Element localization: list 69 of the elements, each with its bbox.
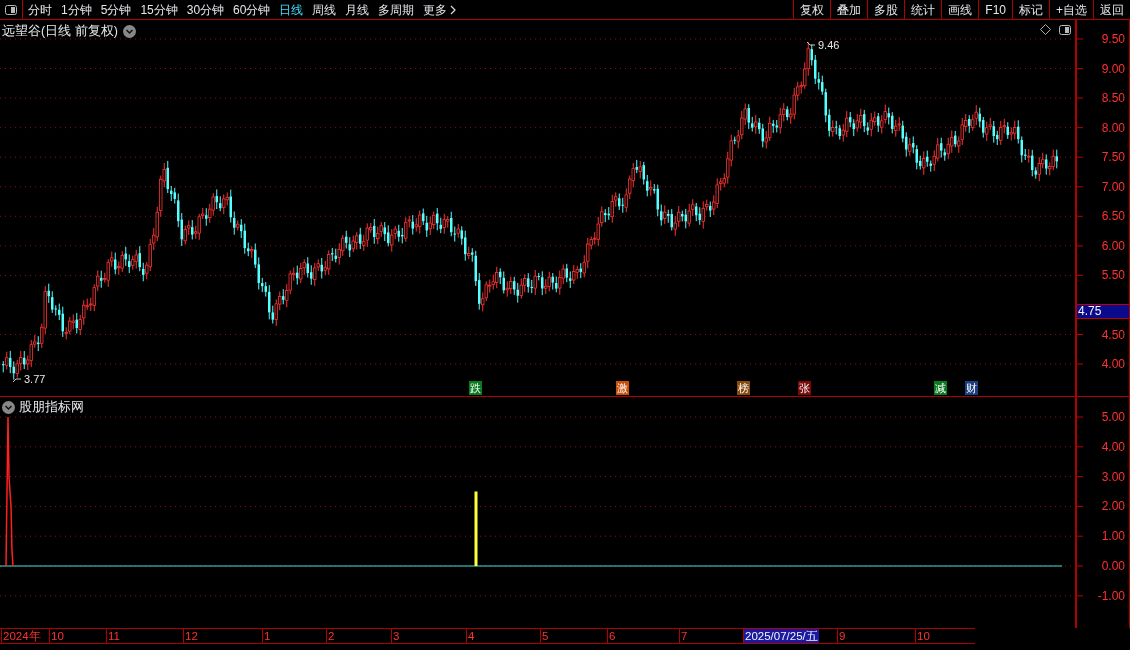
axis-label: 4.00 bbox=[1101, 439, 1125, 454]
low-price-label: 3.77 bbox=[24, 372, 46, 387]
toolbar-button[interactable]: 标记 bbox=[1012, 0, 1049, 19]
date-label: 6 bbox=[607, 629, 616, 643]
axis-label: 4.00 bbox=[1101, 357, 1125, 372]
date-label: 9 bbox=[837, 629, 846, 643]
toolbar-button[interactable]: +自选 bbox=[1049, 0, 1093, 19]
toolbar-button[interactable]: 多股 bbox=[867, 0, 905, 19]
toolbar-button[interactable]: 返回 bbox=[1093, 0, 1130, 19]
axis-label: 1.00 bbox=[1101, 529, 1125, 544]
axis-label: 6.50 bbox=[1101, 209, 1125, 224]
period-tab[interactable]: 更多 bbox=[423, 0, 457, 19]
cursor-date-label: 2025/07/25/五 bbox=[743, 629, 819, 643]
high-price-label: 9.46 bbox=[818, 38, 840, 53]
panel-toggle-icon[interactable] bbox=[1059, 24, 1071, 35]
date-label: 3 bbox=[391, 629, 400, 643]
axis-label: 8.50 bbox=[1101, 91, 1125, 106]
period-tab[interactable]: 多周期 bbox=[378, 0, 415, 19]
diamond-icon[interactable] bbox=[1040, 24, 1051, 35]
date-label: 11 bbox=[106, 629, 120, 643]
axis-label: 2.00 bbox=[1101, 499, 1125, 514]
date-label: 5 bbox=[540, 629, 549, 643]
indicator-title: 股朋指标网 bbox=[19, 399, 84, 416]
axis-label: 7.00 bbox=[1101, 179, 1125, 194]
date-label: 1 bbox=[262, 629, 271, 643]
date-label: 10 bbox=[49, 629, 64, 643]
period-tab[interactable]: 15分钟 bbox=[140, 0, 178, 19]
period-tab[interactable]: 1分钟 bbox=[61, 0, 92, 19]
axis-label: -1.00 bbox=[1097, 588, 1125, 603]
date-label: 4 bbox=[466, 629, 475, 643]
axis-label: 0.00 bbox=[1101, 559, 1125, 573]
axis-label: 6.00 bbox=[1101, 238, 1125, 253]
axis-label: 5.00 bbox=[1101, 410, 1125, 424]
event-marker[interactable]: 榜 bbox=[737, 381, 750, 395]
toolbar-button[interactable]: 统计 bbox=[904, 0, 942, 19]
period-tab[interactable]: 分时 bbox=[28, 0, 52, 19]
axis-label: 9.00 bbox=[1101, 61, 1125, 76]
axis-label: 5.50 bbox=[1101, 268, 1125, 283]
date-label: 2024年 bbox=[1, 629, 41, 643]
period-tab[interactable]: 日线 bbox=[279, 0, 304, 19]
period-tab[interactable]: 5分钟 bbox=[100, 0, 132, 19]
period-tab[interactable]: 月线 bbox=[345, 0, 370, 19]
axis-label: 3.00 bbox=[1101, 469, 1125, 484]
event-marker[interactable]: 财 bbox=[965, 381, 978, 395]
chart-title: 远望谷(日线 前复权) bbox=[2, 23, 118, 40]
date-label: 2 bbox=[326, 629, 335, 643]
axis-label: 8.00 bbox=[1101, 120, 1125, 135]
period-tab[interactable]: 30分钟 bbox=[186, 0, 225, 19]
toolbar-button[interactable]: F10 bbox=[978, 0, 1012, 19]
dropdown-icon[interactable] bbox=[2, 400, 15, 414]
period-tab[interactable]: 60分钟 bbox=[233, 0, 271, 19]
axis-label: 4.50 bbox=[1101, 327, 1125, 342]
date-label: 7 bbox=[679, 629, 688, 643]
panel-toggle-icon[interactable] bbox=[5, 4, 17, 15]
event-marker[interactable]: 激 bbox=[616, 381, 629, 395]
toolbar-button[interactable]: 复权 bbox=[793, 0, 831, 19]
date-label: 12 bbox=[183, 629, 198, 643]
period-tab[interactable]: 周线 bbox=[312, 0, 337, 19]
chevron-right-icon bbox=[450, 4, 457, 15]
date-label: 10 bbox=[915, 629, 930, 643]
axis-label: 7.50 bbox=[1101, 150, 1125, 165]
axis-label: 9.50 bbox=[1101, 32, 1125, 46]
event-marker[interactable]: 张 bbox=[798, 381, 811, 395]
dropdown-icon[interactable] bbox=[122, 24, 136, 38]
event-marker[interactable]: 减 bbox=[934, 381, 947, 395]
toolbar-button[interactable]: 叠加 bbox=[830, 0, 868, 19]
toolbar-button[interactable]: 画线 bbox=[941, 0, 979, 19]
event-marker[interactable]: 跌 bbox=[469, 381, 482, 395]
current-price-tag: 4.75 bbox=[1077, 304, 1129, 319]
